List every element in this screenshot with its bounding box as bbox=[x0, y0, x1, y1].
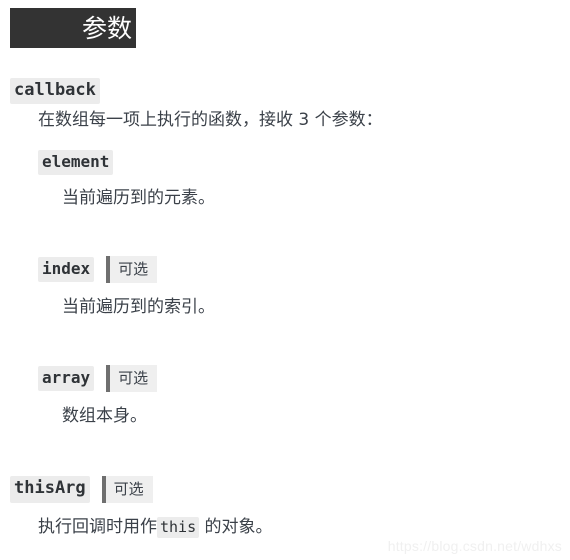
param-entry-index: index 可选 bbox=[38, 256, 570, 283]
watermark: https://blog.csdn.net/wdhxs bbox=[387, 538, 562, 554]
param-entry-array: array 可选 bbox=[38, 365, 570, 392]
param-entry-callback: callback bbox=[10, 78, 570, 105]
param-term-row-element: element bbox=[38, 150, 570, 175]
optional-badge-array: 可选 bbox=[106, 365, 158, 392]
param-name-callback: callback bbox=[10, 78, 100, 105]
param-name-index: index bbox=[38, 257, 95, 282]
optional-badge-thisarg: 可选 bbox=[101, 476, 153, 503]
param-entry-element: element bbox=[38, 150, 570, 175]
param-description-thisarg-suffix: 的对象。 bbox=[199, 517, 273, 537]
param-entry-thisarg: thisArg 可选 bbox=[10, 476, 570, 503]
documentation-page: 参数 callback 在数组每一项上执行的函数，接收 3 个参数： eleme… bbox=[0, 0, 570, 560]
param-description-thisarg: 执行回调时用作 this 的对象。 bbox=[38, 515, 273, 541]
param-description-index: 当前遍历到的索引。 bbox=[62, 297, 215, 317]
param-term-row-callback: callback bbox=[10, 78, 570, 105]
param-term-row-array: array 可选 bbox=[38, 365, 570, 392]
param-name-array: array bbox=[38, 366, 95, 391]
param-description-thisarg-code: this bbox=[157, 517, 200, 538]
param-description-element: 当前遍历到的元素。 bbox=[62, 188, 215, 208]
param-name-element: element bbox=[38, 150, 114, 175]
param-description-callback: 在数组每一项上执行的函数，接收 3 个参数： bbox=[38, 110, 383, 130]
optional-badge-index: 可选 bbox=[106, 256, 158, 283]
section-heading-label: 参数 bbox=[81, 13, 132, 43]
param-description-array: 数组本身。 bbox=[62, 406, 147, 426]
param-description-thisarg-prefix: 执行回调时用作 bbox=[38, 517, 157, 537]
section-heading-parameters: 参数 bbox=[10, 8, 136, 48]
param-name-thisarg: thisArg bbox=[10, 476, 90, 503]
param-term-row-index: index 可选 bbox=[38, 256, 570, 283]
param-term-row-thisarg: thisArg 可选 bbox=[10, 476, 570, 503]
